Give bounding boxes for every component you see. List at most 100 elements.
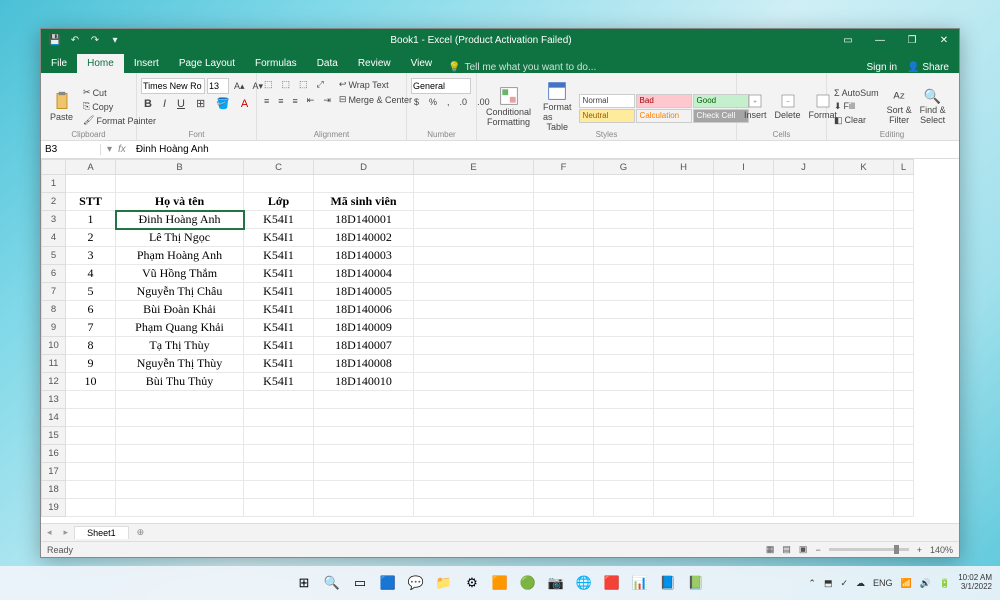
fill-button[interactable]: ⬇Fill: [831, 100, 882, 113]
cell-L3[interactable]: [894, 211, 914, 229]
cell-L4[interactable]: [894, 229, 914, 247]
cell-J12[interactable]: [774, 373, 834, 391]
sheet-nav-prev-icon[interactable]: ◂: [41, 527, 58, 538]
cell-F9[interactable]: [534, 319, 594, 337]
settings-icon[interactable]: ⚙: [460, 571, 484, 595]
cell-C19[interactable]: [244, 499, 314, 517]
cell-B12[interactable]: Bùi Thu Thủy: [116, 373, 244, 391]
zoom-slider[interactable]: [829, 548, 909, 551]
number-format-combo[interactable]: [411, 78, 471, 94]
cell-H6[interactable]: [654, 265, 714, 283]
cell-H10[interactable]: [654, 337, 714, 355]
cell-K7[interactable]: [834, 283, 894, 301]
cell-I4[interactable]: [714, 229, 774, 247]
col-header-J[interactable]: J: [774, 160, 834, 175]
view-layout-icon[interactable]: ▤: [782, 544, 791, 555]
cell-L5[interactable]: [894, 247, 914, 265]
sheet-nav-next-icon[interactable]: ▸: [58, 527, 75, 538]
col-header-C[interactable]: C: [244, 160, 314, 175]
cell-B6[interactable]: Vũ Hồng Thắm: [116, 265, 244, 283]
cell-G17[interactable]: [594, 463, 654, 481]
cell-I15[interactable]: [714, 427, 774, 445]
cell-A6[interactable]: 4: [66, 265, 116, 283]
cell-F19[interactable]: [534, 499, 594, 517]
ribbon-options-icon[interactable]: ▭: [833, 29, 863, 51]
cell-J1[interactable]: [774, 175, 834, 193]
app-icon-2[interactable]: 🟢: [516, 571, 540, 595]
cell-B13[interactable]: [116, 391, 244, 409]
cell-J5[interactable]: [774, 247, 834, 265]
col-header-L[interactable]: L: [894, 160, 914, 175]
cell-L7[interactable]: [894, 283, 914, 301]
cell-E4[interactable]: [414, 229, 534, 247]
cell-F15[interactable]: [534, 427, 594, 445]
clear-button[interactable]: ◧Clear: [831, 114, 882, 127]
cell-C16[interactable]: [244, 445, 314, 463]
cell-E12[interactable]: [414, 373, 534, 391]
cell-J10[interactable]: [774, 337, 834, 355]
format-as-table-button[interactable]: Format as Table: [538, 79, 577, 135]
cell-L2[interactable]: [894, 193, 914, 211]
cell-K8[interactable]: [834, 301, 894, 319]
cell-E3[interactable]: [414, 211, 534, 229]
cell-J17[interactable]: [774, 463, 834, 481]
language-indicator[interactable]: ENG: [873, 578, 893, 588]
cell-D18[interactable]: [314, 481, 414, 499]
cell-G12[interactable]: [594, 373, 654, 391]
cell-B5[interactable]: Phạm Hoàng Anh: [116, 247, 244, 265]
cell-K2[interactable]: [834, 193, 894, 211]
cell-E16[interactable]: [414, 445, 534, 463]
cell-G11[interactable]: [594, 355, 654, 373]
cell-A9[interactable]: 7: [66, 319, 116, 337]
font-color-button[interactable]: A: [238, 96, 251, 111]
explorer-icon[interactable]: 📁: [432, 571, 456, 595]
cell-H14[interactable]: [654, 409, 714, 427]
cell-E19[interactable]: [414, 499, 534, 517]
view-normal-icon[interactable]: ▦: [766, 544, 775, 555]
tell-me-search[interactable]: 💡 Tell me what you want to do...: [448, 62, 596, 73]
minimize-button[interactable]: —: [865, 29, 895, 51]
cell-G19[interactable]: [594, 499, 654, 517]
cell-L1[interactable]: [894, 175, 914, 193]
cell-K17[interactable]: [834, 463, 894, 481]
font-size-combo[interactable]: [207, 78, 229, 94]
cell-H4[interactable]: [654, 229, 714, 247]
row-header-14[interactable]: 14: [42, 409, 66, 427]
cell-C4[interactable]: K54I1: [244, 229, 314, 247]
cell-C13[interactable]: [244, 391, 314, 409]
cell-A2[interactable]: STT: [66, 193, 116, 211]
cell-D10[interactable]: 18D140007: [314, 337, 414, 355]
cell-K11[interactable]: [834, 355, 894, 373]
cell-D1[interactable]: [314, 175, 414, 193]
cell-F1[interactable]: [534, 175, 594, 193]
cell-D5[interactable]: 18D140003: [314, 247, 414, 265]
cell-H2[interactable]: [654, 193, 714, 211]
cell-J3[interactable]: [774, 211, 834, 229]
cell-H3[interactable]: [654, 211, 714, 229]
align-center-icon[interactable]: ≡: [275, 94, 286, 107]
cell-D13[interactable]: [314, 391, 414, 409]
cell-B7[interactable]: Nguyễn Thị Châu: [116, 283, 244, 301]
cell-G9[interactable]: [594, 319, 654, 337]
cell-B1[interactable]: [116, 175, 244, 193]
cell-L17[interactable]: [894, 463, 914, 481]
cell-L6[interactable]: [894, 265, 914, 283]
cell-L19[interactable]: [894, 499, 914, 517]
cancel-formula-icon[interactable]: ▾: [107, 144, 112, 155]
cell-I16[interactable]: [714, 445, 774, 463]
onedrive-icon[interactable]: ☁: [856, 578, 865, 589]
cell-E10[interactable]: [414, 337, 534, 355]
app-icon-3[interactable]: 📷: [544, 571, 568, 595]
cell-G7[interactable]: [594, 283, 654, 301]
cell-E8[interactable]: [414, 301, 534, 319]
maximize-button[interactable]: ❐: [897, 29, 927, 51]
cell-B11[interactable]: Nguyễn Thị Thùy: [116, 355, 244, 373]
cell-F4[interactable]: [534, 229, 594, 247]
cell-K14[interactable]: [834, 409, 894, 427]
cell-E5[interactable]: [414, 247, 534, 265]
app-icon-1[interactable]: 🟧: [488, 571, 512, 595]
cell-A13[interactable]: [66, 391, 116, 409]
cell-J11[interactable]: [774, 355, 834, 373]
cell-B3[interactable]: Đinh Hoàng Anh: [116, 211, 244, 229]
cell-J18[interactable]: [774, 481, 834, 499]
